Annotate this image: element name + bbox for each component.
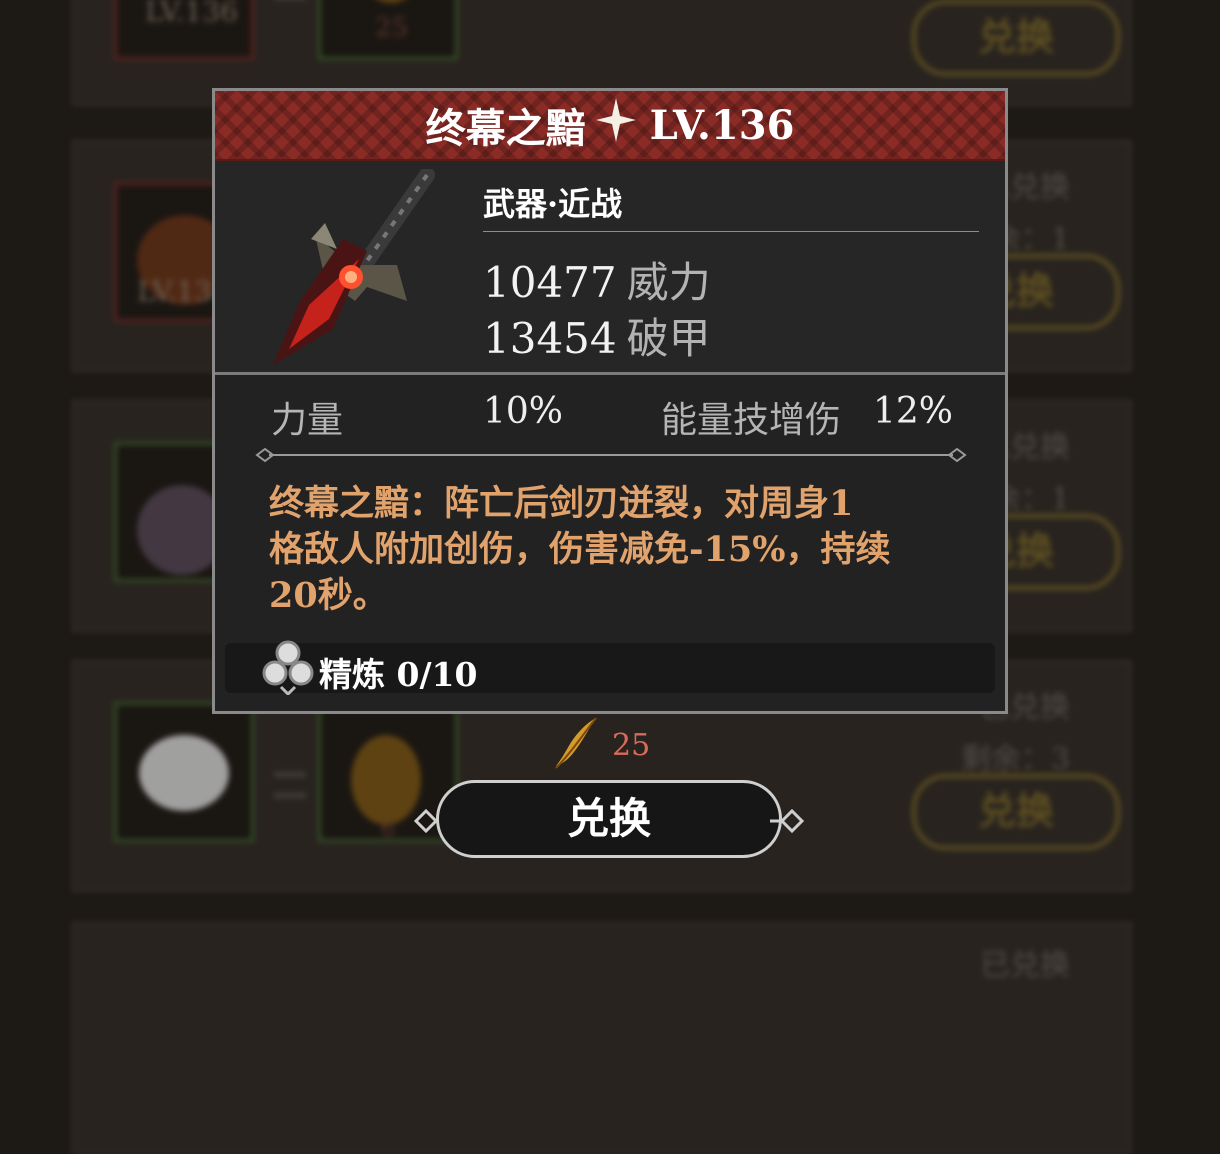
item-detail-popup: 终幕之黯 LV.136 武器·近战 10477 威力 13454 破甲 力量 10% xyxy=(212,88,1008,714)
button-ornament-right xyxy=(770,808,805,834)
cost-slot: 25 xyxy=(318,0,458,60)
item-description: 终幕之黯：阵亡后剑刃迸裂，对周身1 格敌人附加创伤，伤害减免-15%，持续 20… xyxy=(269,481,969,619)
status-text: 已兑换 xyxy=(980,948,1070,983)
cost-amount: 25 xyxy=(612,728,651,763)
slot-level: LV.136 xyxy=(145,0,238,28)
attribute-value: 10% xyxy=(483,391,564,432)
item-level: LV.136 xyxy=(649,101,795,149)
item-summary: 武器·近战 10477 威力 13454 破甲 xyxy=(215,161,1005,375)
item-category: 武器·近战 xyxy=(483,185,623,223)
remaining-text: 剩余：3 xyxy=(960,742,1070,777)
description-line: 20秒。 xyxy=(269,575,388,616)
attribute-value: 12% xyxy=(873,391,954,432)
shop-row: 已兑换 xyxy=(72,922,1132,1154)
slot-cost: 6 xyxy=(381,817,395,842)
stat-value: 10477 xyxy=(483,258,617,307)
stat-value: 13454 xyxy=(483,314,617,363)
exchange-button[interactable]: 兑换 xyxy=(436,780,782,858)
description-line: 终幕之黯：阵亡后剑刃迸裂，对周身1 xyxy=(269,483,854,524)
lily-icon xyxy=(139,735,229,811)
stat-label: 破甲 xyxy=(626,314,711,363)
attribute-name: 力量 xyxy=(271,400,344,441)
item-slot xyxy=(114,702,254,842)
stat-label: 威力 xyxy=(626,258,711,307)
ornamental-divider xyxy=(255,447,967,463)
feather-icon xyxy=(351,735,421,825)
item-slot: LV.136 xyxy=(114,0,254,60)
attribute-name: 能量技增伤 xyxy=(661,400,842,441)
sword-icon xyxy=(273,169,435,365)
exchange-button-bg[interactable]: 兑换 xyxy=(912,774,1120,850)
refine-icon xyxy=(262,640,314,695)
item-header: 终幕之黯 LV.136 xyxy=(215,91,1005,161)
feather-icon xyxy=(361,0,421,3)
category-divider xyxy=(483,231,979,232)
stat-power: 10477 威力 xyxy=(483,249,711,310)
exchange-button-bg[interactable]: 兑换 xyxy=(912,0,1120,76)
description-line: 格敌人附加创伤，伤害减免-15%，持续 xyxy=(269,529,891,570)
feather-icon xyxy=(555,717,597,769)
item-name: 终幕之黯 xyxy=(425,105,586,152)
slot-level: LV.13 xyxy=(137,275,213,308)
stat-armor-break: 13454 破甲 xyxy=(483,305,711,366)
star-icon xyxy=(595,98,636,152)
equals-icon xyxy=(274,772,306,798)
slot-cost: 25 xyxy=(375,13,409,43)
refine-text: 精炼 0/10 xyxy=(319,655,478,694)
